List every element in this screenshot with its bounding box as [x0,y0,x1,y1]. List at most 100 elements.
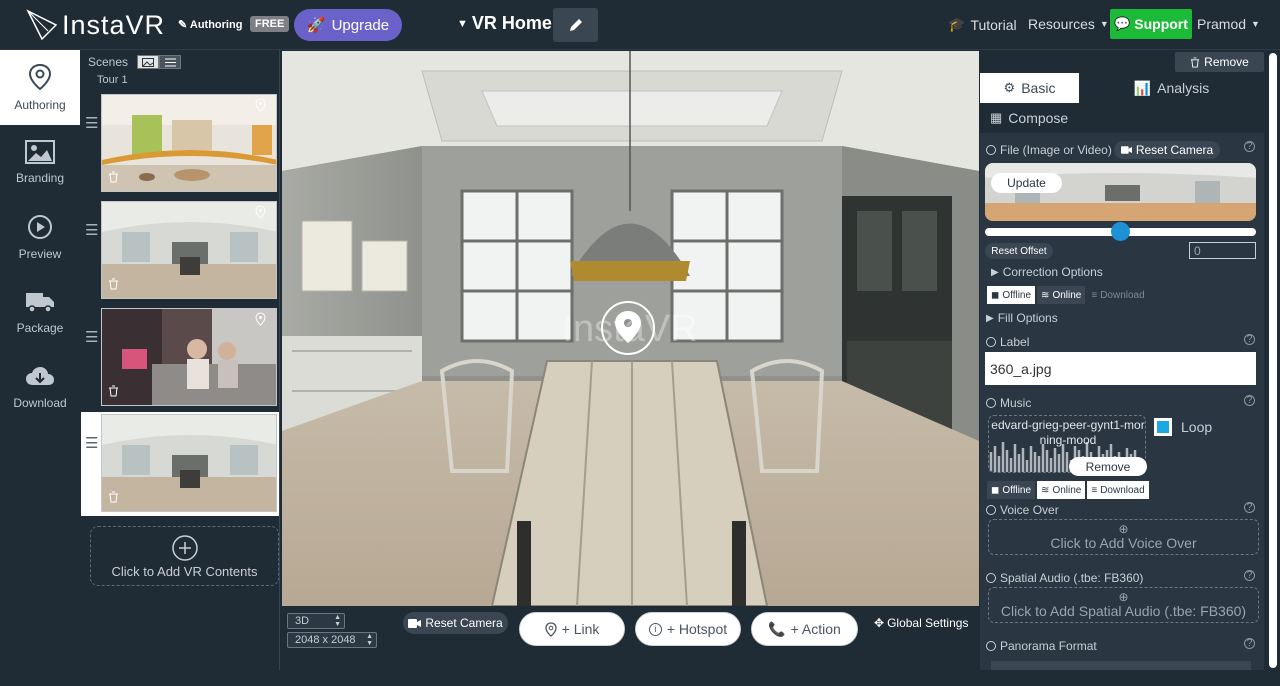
add-voice-over-button[interactable]: ⊕ Click to Add Voice Over [988,519,1259,555]
update-file-button[interactable]: Update [991,173,1062,193]
nav-branding[interactable]: Branding [0,125,80,200]
basic-properties: File (Image or Video) Reset Camera ? Upd… [980,133,1264,670]
music-file-name: edvard-grieg-peer-gynt1-morning-mood [991,418,1145,447]
reset-camera-small-button[interactable]: Reset Camera [1114,141,1220,159]
list-view-icon[interactable] [159,55,182,69]
location-pin-icon[interactable] [255,312,266,331]
add-spatial-audio-button[interactable]: ⊕ Click to Add Spatial Audio (.tbe: FB36… [988,587,1259,623]
global-settings-button[interactable]: ✥ Global Settings [874,616,968,630]
viewport-toolbar: 3D ▲ ▼ 2048 x 2048 ▲ ▼ Reset Camera + Link… [282,606,979,670]
move-arrows-icon: ✥ [874,616,885,630]
help-icon[interactable]: ? [1244,638,1255,649]
tutorial-link[interactable]: 🎓 Tutorial [948,16,1017,33]
plus-circle-icon: ⊕ [1118,590,1129,604]
correction-options-toggle[interactable]: ▶ Correction Options [991,265,1103,279]
add-action-button[interactable]: 📞 + Action [751,612,858,646]
remove-music-button[interactable]: Remove [1069,457,1147,476]
plus-circle-icon [171,534,198,561]
spatial-audio-section-title: Spatial Audio (.tbe: FB360) [986,571,1143,585]
drag-handle-icon[interactable]: ☰ [85,434,98,452]
remove-scene-button[interactable]: Remove [1175,52,1264,72]
tab-analysis[interactable]: 📊 Analysis [1079,73,1264,103]
online-toggle[interactable]: ≋ Online [1037,286,1086,304]
panorama-view[interactable]: InstaVR [282,51,979,606]
phone-icon: 📞 [768,620,786,637]
sliders-icon: ⚙ [1003,80,1016,95]
tab-compose[interactable]: ▦ Compose [980,103,1264,133]
scene-thumbnail[interactable] [101,201,277,299]
loop-checkbox[interactable] [1154,418,1172,436]
file-section-label: File (Image or Video) [986,143,1112,157]
check-circle-icon [986,398,996,408]
help-icon[interactable]: ? [1244,395,1255,406]
nav-download[interactable]: Download [0,350,80,425]
resolution-select[interactable]: 2048 x 2048 ▲ ▼ [287,632,377,648]
stereo-mode-select[interactable]: 3D ▲ ▼ [287,613,345,629]
reset-camera-button[interactable]: Reset Camera [403,612,508,634]
user-dropdown[interactable]: Pramod ▼ [1197,16,1260,32]
spinner-icon: ▲ ▼ [334,614,341,628]
database-icon: ≡ [1091,289,1098,301]
nav-authoring[interactable]: Authoring [0,50,80,125]
checkbox-checked-icon [1157,421,1169,433]
delete-scene-icon[interactable] [108,278,119,293]
panorama-format-options[interactable] [991,661,1251,670]
delete-scene-icon[interactable] [108,385,119,400]
help-icon[interactable]: ? [1244,502,1255,513]
add-hotspot-button[interactable]: i + Hotspot [635,612,741,646]
nav-package[interactable]: Package [0,275,80,350]
bar-chart-icon: 📊 [1133,79,1152,96]
scene-item[interactable]: ☰ [81,92,279,196]
vr-viewport[interactable]: InstaVR [282,51,979,606]
drag-handle-icon[interactable]: ☰ [85,114,98,132]
nav-preview[interactable]: Preview [0,200,80,275]
offline-toggle[interactable]: ◼ Offline [987,481,1036,499]
free-badge: FREE [250,16,290,32]
scene-view-toggle [137,55,182,69]
help-icon[interactable]: ? [1244,334,1255,345]
upgrade-button[interactable]: 🚀 Upgrade [294,9,402,41]
panorama-format-section-title: Panorama Format [986,639,1097,653]
caret-right-icon: ▶ [991,266,999,278]
help-icon[interactable]: ? [1244,141,1255,152]
location-pin-icon[interactable] [255,205,266,224]
delete-scene-icon[interactable] [108,491,119,506]
resources-dropdown[interactable]: Resources ▼ [1028,16,1109,32]
offset-input[interactable]: 0 [1189,242,1256,259]
scene-thumbnail[interactable] [101,94,277,192]
panel-scrollbar[interactable] [1267,51,1280,670]
cube-icon: ◼ [991,484,1000,496]
tab-basic[interactable]: ⚙ Basic [980,73,1079,103]
project-title-dropdown[interactable]: ▼ VR Home [457,13,552,34]
thumbnail-view-icon[interactable] [137,55,160,69]
scene-item[interactable]: ☰ [81,306,279,410]
scene-label-input[interactable]: 360_a.jpg [985,352,1256,385]
add-vr-contents-button[interactable]: Click to Add VR Contents [90,526,279,586]
online-toggle[interactable]: ≋ Online [1037,481,1086,499]
scrollbar-thumb[interactable] [1269,53,1277,668]
drag-handle-icon[interactable]: ☰ [85,328,98,346]
download-toggle[interactable]: ≡ Download [1087,286,1148,304]
scene-thumbnail[interactable] [101,308,277,406]
edit-project-button[interactable] [553,8,598,42]
scene-thumbnail[interactable] [101,414,277,512]
label-section-title: Label [986,335,1029,349]
reset-offset-button[interactable]: Reset Offset [985,243,1053,259]
caret-down-icon: ▼ [457,17,468,30]
help-icon[interactable]: ? [1244,570,1255,581]
download-toggle[interactable]: ≡ Download [1087,481,1149,499]
support-button[interactable]: 💬 Support [1110,9,1192,39]
video-camera-icon [408,618,422,628]
fill-options-toggle[interactable]: ▶ Fill Options [986,311,1058,325]
location-pin-icon[interactable] [255,98,266,117]
scene-item[interactable]: ☰ [81,199,279,303]
drag-handle-icon[interactable]: ☰ [85,221,98,239]
instavr-logo[interactable]: InstaVR [26,9,165,41]
add-link-button[interactable]: + Link [519,612,625,646]
instavr-watermark: InstaVR [562,308,697,350]
scene-item-selected[interactable]: ☰ [81,412,279,516]
offset-slider-thumb[interactable] [1111,222,1130,241]
map-pin-icon [28,63,52,91]
delete-scene-icon[interactable] [108,171,119,186]
offline-toggle[interactable]: ◼ Offline [987,286,1036,304]
